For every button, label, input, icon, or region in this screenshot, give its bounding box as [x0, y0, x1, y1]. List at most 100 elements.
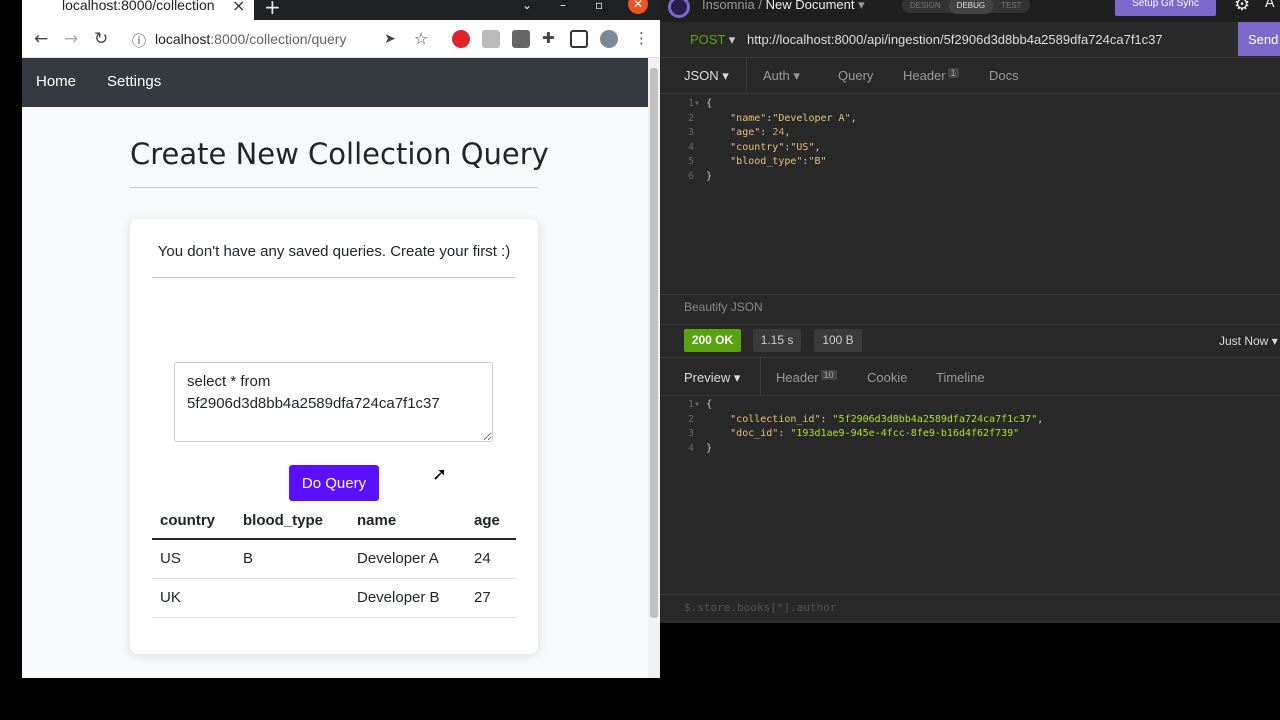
url-host: localhost: [155, 31, 211, 47]
mode-design[interactable]: DESIGN: [902, 0, 949, 14]
nav-home[interactable]: Home: [36, 73, 76, 90]
tab-strip: localhost:8000/collection × + ⌄ – ▫ ✕: [22, 0, 660, 20]
table-cell: 24: [466, 539, 516, 579]
table-cell: UK: [152, 578, 235, 618]
tab-preview[interactable]: Preview ▾: [684, 370, 740, 386]
tab-header[interactable]: Header 1: [903, 68, 959, 83]
table-row: US B Developer A 24: [152, 539, 516, 579]
method-label: POST: [690, 32, 726, 47]
request-body-editor[interactable]: 1▾ { 2 "name":"Developer A", 3 "age": 24…: [688, 97, 857, 184]
mouse-cursor-icon: ➚: [432, 464, 448, 485]
header-count-badge: 1: [947, 68, 959, 78]
maximize-icon[interactable]: ▫: [595, 0, 603, 12]
do-query-button[interactable]: Do Query: [289, 465, 379, 501]
send-button[interactable]: Send: [1238, 22, 1280, 56]
request-tabs: [660, 58, 1280, 94]
tab-json[interactable]: JSON ▾: [684, 68, 729, 84]
opera-extension-icon[interactable]: [452, 30, 470, 48]
table-header-row: country blood_type name age: [152, 502, 516, 540]
json-value: 5f2906d3d8bb4a2589dfa724ca7f1c37: [838, 413, 1032, 425]
reload-icon[interactable]: ↻: [94, 29, 108, 49]
tab-query[interactable]: Query: [838, 68, 873, 83]
new-tab-icon[interactable]: +: [264, 0, 281, 19]
json-value: 24: [772, 127, 785, 138]
query-card: You don't have any saved queries. Create…: [130, 219, 538, 654]
json-value: US: [796, 141, 809, 153]
table-cell: 27: [466, 578, 516, 618]
qr-extension-icon[interactable]: [482, 30, 500, 48]
address-bar[interactable]: localhost:8000/collection/query: [155, 31, 346, 47]
card-divider: [152, 277, 516, 278]
gear-icon[interactable]: ⚙: [1234, 0, 1250, 15]
column-header: country: [152, 502, 235, 540]
header-count-badge: 10: [820, 370, 837, 380]
extensions-puzzle-icon[interactable]: ✚: [542, 29, 555, 47]
t-extension-icon[interactable]: [512, 30, 530, 48]
tab-timeline[interactable]: Timeline: [936, 370, 985, 385]
account-icon[interactable]: A: [1265, 0, 1275, 11]
status-badge: 200 OK: [684, 329, 741, 352]
tab-title: localhost:8000/collection: [62, 0, 215, 13]
tab-search-icon[interactable]: ⌄: [522, 0, 532, 12]
table-cell: B: [235, 539, 349, 579]
query-input[interactable]: select * from 5f2906d3d8bb4a2589dfa724ca…: [174, 362, 493, 442]
tab-label: Preview: [684, 370, 731, 385]
insomnia-window: Insomnia / New Document ▾ DESIGN DEBUG TES…: [660, 0, 1280, 623]
table-cell: [235, 578, 349, 618]
back-icon[interactable]: ←: [34, 29, 48, 49]
nav-settings[interactable]: Settings: [107, 73, 161, 90]
forward-icon[interactable]: →: [64, 29, 78, 49]
table-row: UK Developer B 27: [152, 578, 516, 618]
beautify-json-button[interactable]: Beautify JSON: [684, 300, 763, 314]
browser-toolbar: ← → ↻ ⓘ localhost:8000/collection/query …: [22, 20, 660, 58]
page-title: Create New Collection Query: [130, 137, 549, 171]
mode-toggle[interactable]: DESIGN DEBUG TEST: [902, 0, 1030, 14]
send-tab-icon[interactable]: ➤: [384, 31, 396, 47]
setup-git-sync-button[interactable]: Setup Git Sync: [1115, 0, 1216, 16]
history-label: Just Now: [1219, 334, 1269, 348]
column-header: name: [349, 502, 466, 540]
close-icon[interactable]: ×: [232, 0, 245, 15]
browser-tab[interactable]: localhost:8000/collection ×: [22, 0, 254, 20]
bookmark-star-icon[interactable]: ☆: [414, 29, 428, 48]
mode-test[interactable]: TEST: [993, 0, 1029, 14]
tab-docs[interactable]: Docs: [989, 68, 1019, 83]
minimize-icon[interactable]: –: [560, 0, 566, 12]
mode-debug[interactable]: DEBUG: [948, 0, 994, 14]
breadcrumb-separator: /: [758, 0, 762, 12]
tab-label: Header: [776, 370, 819, 385]
empty-queries-message: You don't have any saved queries. Create…: [157, 243, 511, 260]
request-url-input[interactable]: http://localhost:8000/api/ingestion/5f29…: [747, 32, 1163, 47]
title-divider: [130, 187, 538, 188]
tab-label: Auth: [763, 68, 790, 83]
history-dropdown[interactable]: Just Now ▾: [1219, 334, 1278, 348]
table-cell: Developer B: [349, 578, 466, 618]
column-header: blood_type: [235, 502, 349, 540]
insomnia-logo-icon[interactable]: [668, 0, 690, 18]
browser-window: localhost:8000/collection × + ⌄ – ▫ ✕ ← …: [22, 0, 660, 678]
tab-response-header[interactable]: Header 10: [776, 370, 837, 385]
response-body-viewer[interactable]: 1▾ { 2 "collection_id": "5f2906d3d8bb4a2…: [688, 398, 1043, 456]
scrollbar-thumb[interactable]: [650, 68, 658, 618]
method-select[interactable]: POST ▾: [690, 32, 735, 48]
response-time-badge: 1.15 s: [753, 329, 801, 352]
profile-avatar[interactable]: [600, 30, 618, 48]
tab-auth[interactable]: Auth ▾: [763, 68, 800, 84]
site-navbar: Home Settings: [22, 58, 648, 107]
tab-label: JSON: [684, 68, 719, 83]
page-content: Create New Collection Query You don't ha…: [22, 107, 648, 678]
document-name: New Document: [765, 0, 855, 12]
chevron-down-icon: ▾: [858, 0, 865, 12]
page-scrollbar[interactable]: [648, 58, 660, 678]
json-value: 193d1ae9-945e-4fcc-8fe9-b16d4f62f739: [796, 428, 1014, 439]
side-panel-icon[interactable]: [570, 30, 588, 48]
request-url-bar: POST ▾ http://localhost:8000/api/ingesti…: [660, 22, 1280, 58]
breadcrumb[interactable]: Insomnia / New Document ▾: [702, 0, 865, 13]
response-filter-input[interactable]: $.store.books[*].author: [684, 601, 836, 614]
site-info-icon[interactable]: ⓘ: [132, 31, 146, 51]
window-close-icon[interactable]: ✕: [628, 0, 648, 14]
results-table: country blood_type name age US B Develop…: [152, 502, 516, 618]
app-name: Insomnia: [702, 0, 755, 12]
tab-cookie[interactable]: Cookie: [867, 370, 907, 385]
browser-menu-icon[interactable]: ⋮: [634, 29, 649, 47]
